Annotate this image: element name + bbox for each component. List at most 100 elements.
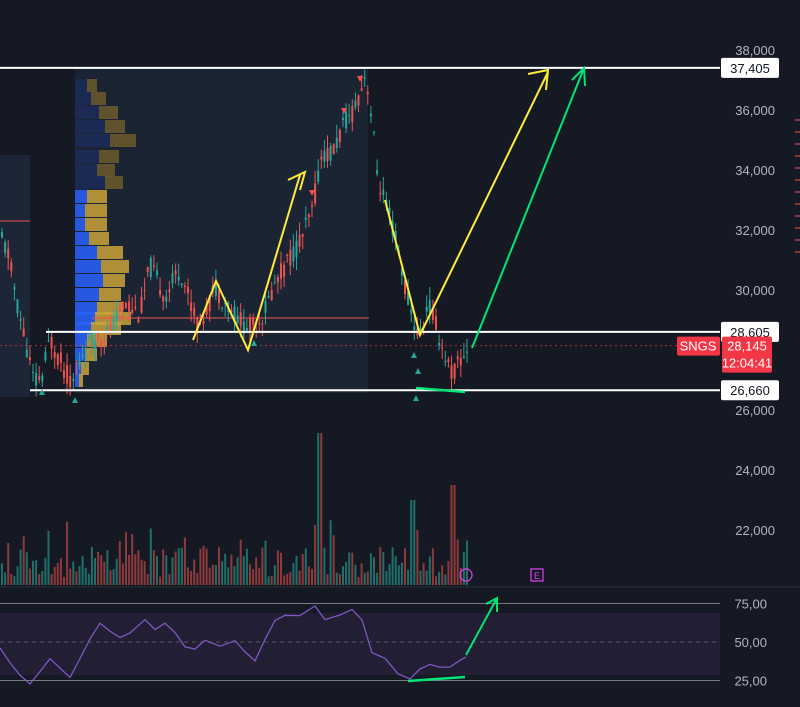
volume-bar xyxy=(289,571,292,585)
candle-body xyxy=(366,92,369,94)
volume-bar xyxy=(156,556,158,585)
volume-bar xyxy=(218,547,220,585)
level-price-label: 37,405 xyxy=(730,61,770,76)
volume-profile-bar xyxy=(91,92,106,105)
candle-body xyxy=(1,232,3,238)
yellow-zigzag-right xyxy=(384,71,549,338)
volume-bar xyxy=(245,548,248,585)
candle-body xyxy=(38,376,41,380)
candle-body xyxy=(267,295,270,298)
candle-body xyxy=(428,300,431,313)
candle-body xyxy=(75,372,78,374)
volume-profile-bar xyxy=(75,164,97,177)
candle-body xyxy=(456,356,459,360)
candle-body xyxy=(270,289,273,301)
candle-body xyxy=(441,347,444,349)
volume-bar xyxy=(441,565,444,585)
candle-body xyxy=(90,330,93,346)
candle-body xyxy=(236,315,239,324)
volume-bar xyxy=(286,574,289,585)
candle-body xyxy=(131,309,134,314)
volume-bar xyxy=(373,557,375,585)
volume-bar xyxy=(314,524,317,585)
candle-body xyxy=(351,105,354,123)
volume-profile-bar xyxy=(99,150,119,163)
volume-profile-bar xyxy=(75,246,97,259)
volume-bar xyxy=(307,566,310,585)
volume-bar xyxy=(400,562,403,585)
volume-bar xyxy=(221,561,224,585)
candle-body xyxy=(221,307,224,309)
volume-bar xyxy=(338,574,341,585)
candle-body xyxy=(276,277,279,283)
candle-body xyxy=(298,235,301,247)
candle-body xyxy=(13,286,16,290)
candle-body xyxy=(382,189,385,196)
candle-body xyxy=(143,290,146,292)
volume-bar xyxy=(103,561,106,585)
candle-body xyxy=(146,267,149,272)
candle-body xyxy=(41,375,44,382)
candle-body xyxy=(103,341,106,344)
candle-body xyxy=(218,290,220,303)
volume-bar xyxy=(435,576,437,585)
candle-body xyxy=(78,360,81,366)
volume-bar xyxy=(298,570,301,585)
volume-bar xyxy=(236,557,239,585)
volume-bar xyxy=(230,554,233,585)
rsi-axis-tick: 25,00 xyxy=(734,674,767,689)
volume-bar xyxy=(50,573,53,585)
buy-signal-marker xyxy=(413,395,419,401)
volume-profile-bar xyxy=(75,260,101,273)
candle-body xyxy=(450,365,453,379)
volume-bar xyxy=(159,576,162,585)
volume-bar xyxy=(193,559,196,585)
volume-bar xyxy=(149,528,152,585)
volume-bar xyxy=(121,563,124,585)
rsi-axis-tick: 50,00 xyxy=(734,635,767,650)
volume-bar xyxy=(1,563,3,585)
candle-body xyxy=(354,100,357,108)
volume-bar xyxy=(187,567,189,585)
current-price-label: 28,145 xyxy=(727,339,767,354)
candle-body xyxy=(10,262,13,272)
price-axis-tick: 24,000 xyxy=(735,463,775,478)
volume-bar xyxy=(72,561,75,585)
earnings-label: E xyxy=(534,571,540,581)
volume-bar xyxy=(239,539,242,585)
candle-body xyxy=(100,340,103,345)
candle-body xyxy=(118,305,121,312)
volume-profile-bar xyxy=(75,150,99,163)
volume-profile-bar xyxy=(75,79,87,92)
candle-body xyxy=(335,137,338,148)
volume-bar xyxy=(47,530,50,585)
candle-body xyxy=(202,320,205,324)
volume-bar xyxy=(255,557,258,585)
candle-body xyxy=(252,317,255,325)
candle-body xyxy=(307,214,310,218)
volume-bar xyxy=(326,574,329,585)
candle-body xyxy=(369,113,372,117)
candle-body xyxy=(342,117,344,120)
candle-body xyxy=(326,148,329,161)
volume-bar xyxy=(295,556,298,585)
price-axis-tick: 36,000 xyxy=(735,103,775,118)
volume-bar xyxy=(407,569,410,585)
volume-bar xyxy=(128,554,131,585)
volume-bar xyxy=(35,560,38,585)
volume-bar xyxy=(280,552,282,585)
volume-bar xyxy=(366,571,369,585)
volume-bar xyxy=(63,576,65,585)
candle-body xyxy=(239,312,242,326)
volume-profile-bar xyxy=(75,176,105,189)
candle-body xyxy=(379,192,382,195)
volume-profile-bar xyxy=(85,218,107,231)
volume-bar xyxy=(264,540,267,585)
chart-root[interactable]: E 38,000 36,000 34,000 32,000 30,000 26,000 24,… xyxy=(0,0,800,707)
price-chart[interactable]: E 38,000 36,000 34,000 32,000 30,000 26,000 24,… xyxy=(0,0,800,707)
ticker-label: SNGS xyxy=(680,339,717,354)
volume-bar xyxy=(211,564,214,585)
volume-bar xyxy=(320,433,323,585)
volume-bar xyxy=(311,568,313,585)
candle-body xyxy=(44,352,47,361)
